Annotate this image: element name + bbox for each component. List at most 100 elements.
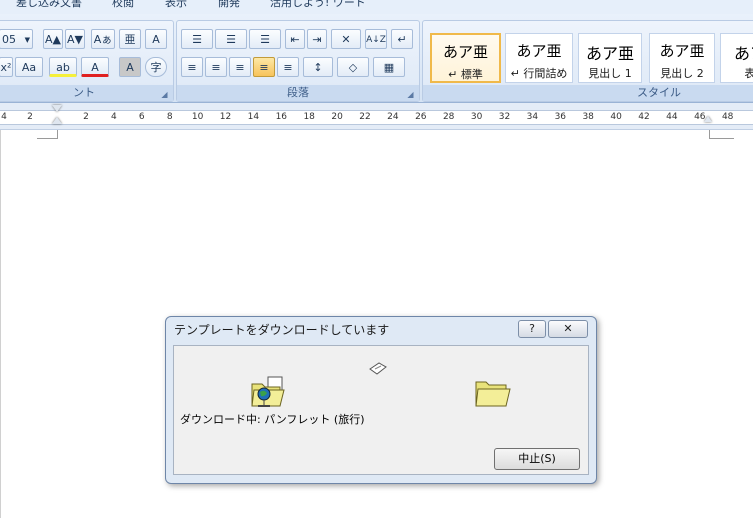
ruler-tick-label: 2	[27, 112, 33, 122]
change-case-button[interactable]: Aa	[15, 57, 43, 77]
download-template-dialog: テンプレートをダウンロードしています ? ✕ ダウンロード中: パンフレット (…	[165, 316, 597, 484]
style-label: 見出し 2	[660, 67, 704, 80]
shrink-font-button[interactable]: A▼	[65, 29, 85, 49]
enclose-character-icon: 字	[150, 61, 162, 74]
enclose-character-button[interactable]: 字	[145, 57, 167, 77]
tab-view[interactable]: 表示	[165, 0, 187, 10]
clear-format-button[interactable]: Aぁ	[91, 29, 115, 49]
phonetic-guide-icon: 亜	[124, 33, 136, 46]
character-border-button[interactable]: A	[145, 29, 167, 49]
tab-review[interactable]: 校閲	[112, 0, 134, 10]
show-marks-button[interactable]: ↵	[391, 29, 413, 49]
font-color-button[interactable]: A	[81, 57, 109, 77]
tab-developer[interactable]: 開発	[218, 0, 240, 10]
bullets-button[interactable]: ☰	[181, 29, 213, 49]
paragraph-dialog-launcher-icon[interactable]: ◢	[406, 90, 415, 99]
right-indent-marker-icon[interactable]	[704, 116, 712, 122]
ruler-tick-label: 20	[331, 112, 343, 122]
right-margin-mark	[709, 130, 734, 139]
ruler-tick-label: 28	[442, 112, 455, 122]
font-size-dropdown[interactable]: 05 ▼	[0, 29, 33, 49]
ruler-tick-label: 32	[498, 112, 511, 122]
multilevel-list-button[interactable]: ☰	[249, 29, 281, 49]
folder-icon	[475, 381, 511, 407]
sort-button[interactable]: A↓Z	[365, 29, 387, 49]
close-button[interactable]: ✕	[548, 320, 588, 338]
ribbon: 05 ▼ A▲ A▼ Aぁ 亜 A x² Aa ab A A 字 ント ◢ ☰ …	[0, 14, 753, 103]
cancel-button[interactable]: 中止(S)	[494, 448, 580, 470]
superscript-icon: x²	[0, 61, 12, 74]
ruler-tick-label: 36	[554, 112, 567, 122]
ruler-tick-label: 18	[303, 112, 315, 122]
superscript-button[interactable]: x²	[0, 57, 13, 77]
style-item-normal[interactable]: あア亜 ↵ 標準	[430, 33, 501, 83]
justify-icon: ≡	[259, 61, 269, 74]
borders-button[interactable]: ▦	[373, 57, 405, 77]
ruler-tick-label: 14	[247, 112, 260, 122]
ruler-tick-label: 4	[111, 112, 117, 122]
shrink-font-icon: A▼	[67, 33, 83, 46]
left-margin-mark	[37, 130, 58, 139]
change-case-icon: Aa	[21, 61, 37, 74]
ruler-tick-label: 10	[191, 112, 204, 122]
ruler-tick-label: 30	[470, 112, 483, 122]
ruler-tick-label: 40	[610, 112, 622, 122]
clear-format-icon: Aぁ	[93, 33, 113, 46]
character-shading-button[interactable]: A	[119, 57, 141, 77]
line-spacing-button[interactable]: ↕	[303, 57, 333, 77]
align-left-icon: ≡	[187, 61, 197, 74]
ruler-tick-label: 42	[638, 112, 650, 122]
style-item-heading2[interactable]: あア亜 見出し 2	[649, 33, 715, 83]
tab-mailings[interactable]: 差し込み文書	[16, 0, 82, 10]
style-sample: あア亜	[516, 42, 562, 60]
style-item-heading1[interactable]: あア亜 見出し 1	[578, 33, 642, 83]
style-label: 表	[744, 67, 753, 80]
style-item-title[interactable]: あア 表	[720, 33, 753, 83]
highlight-button[interactable]: ab	[49, 57, 77, 77]
justify-button[interactable]: ≡	[253, 57, 275, 77]
paint-bucket-icon: ◇	[348, 61, 358, 74]
chevron-down-icon: ▼	[24, 36, 30, 44]
style-label: 見出し 1	[588, 67, 632, 80]
ruler-tick-label: 38	[582, 112, 594, 122]
font-dialog-launcher-icon[interactable]: ◢	[160, 90, 169, 99]
hanging-indent-marker-icon[interactable]	[52, 117, 62, 124]
web-folder-icon	[251, 376, 285, 407]
asian-layout-icon: ✕	[341, 33, 351, 46]
help-icon: ?	[529, 322, 535, 335]
align-right-button[interactable]: ≡	[229, 57, 251, 77]
ruler-tick-label: 26	[415, 112, 427, 122]
style-label: ↵ 標準	[448, 68, 483, 81]
bullets-icon: ☰	[192, 33, 202, 46]
line-spacing-icon: ↕	[313, 61, 323, 74]
grow-font-button[interactable]: A▲	[43, 29, 63, 49]
increase-indent-icon: ⇥	[312, 33, 322, 46]
numbering-button[interactable]: ☰	[215, 29, 247, 49]
horizontal-ruler[interactable]: 4 2 2 4 6 8 10 12 14 16 18 20 22 24 26 28 30 32 34 36 38 40 42…	[0, 103, 753, 130]
decrease-indent-button[interactable]: ⇤	[285, 29, 305, 49]
ruler-tick-label: 44	[666, 112, 678, 122]
align-left-button[interactable]: ≡	[181, 57, 203, 77]
ruler-tick-label: 8	[166, 112, 173, 122]
ribbon-tab-bar: 差し込み文書 校閲 表示 開発 活用しよう! ワード	[0, 0, 753, 14]
asian-layout-button[interactable]: ✕	[331, 29, 361, 49]
paragraph-group: ☰ ☰ ☰ ⇤ ⇥ ✕ A↓Z ↵ ≡ ≡ ≡ ≡ ≡ ↕ ◇ ▦ 段落 ◢	[176, 20, 420, 102]
tab-addin[interactable]: 活用しよう! ワード	[270, 0, 366, 10]
align-center-button[interactable]: ≡	[205, 57, 227, 77]
ruler-tick-label: 16	[275, 112, 288, 122]
multilevel-list-icon: ☰	[260, 33, 270, 46]
shading-button[interactable]: ◇	[337, 57, 369, 77]
character-border-icon: A	[152, 33, 160, 46]
help-button[interactable]: ?	[518, 320, 546, 338]
dialog-body: ダウンロード中: パンフレット (旅行) 中止(S)	[173, 345, 589, 475]
phonetic-guide-button[interactable]: 亜	[119, 29, 141, 49]
close-icon: ✕	[563, 322, 573, 335]
first-line-indent-marker-icon[interactable]	[52, 105, 62, 112]
ruler-tick-label: 48	[721, 112, 734, 122]
style-sample: あア亜	[585, 44, 634, 63]
style-item-no-spacing[interactable]: あア亜 ↵ 行間詰め	[505, 33, 573, 83]
distributed-button[interactable]: ≡	[277, 57, 299, 77]
sort-icon: A↓Z	[366, 35, 386, 45]
increase-indent-button[interactable]: ⇥	[307, 29, 327, 49]
highlight-icon: ab	[56, 61, 70, 74]
